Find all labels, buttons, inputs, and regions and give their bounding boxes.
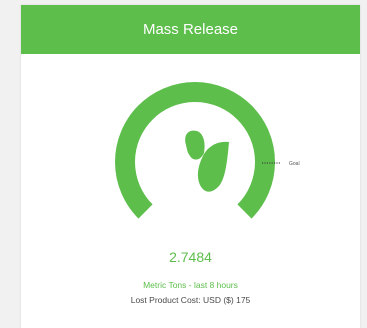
leaf-icon (185, 130, 229, 192)
lost-product-cost: Lost Product Cost: USD ($) 175 (21, 295, 360, 305)
mass-release-widget: Mass Release Goal 2.7484 Metric Tons - l… (21, 5, 360, 328)
cost-value: 175 (236, 295, 251, 305)
cost-label: Lost Product Cost: (130, 295, 201, 305)
unit-label: Metric Tons - last 8 hours (143, 280, 238, 290)
mass-release-value: 2.7484 (169, 249, 212, 265)
cost-currency: USD ($) (203, 295, 234, 305)
goal-label: Goal (289, 161, 300, 167)
